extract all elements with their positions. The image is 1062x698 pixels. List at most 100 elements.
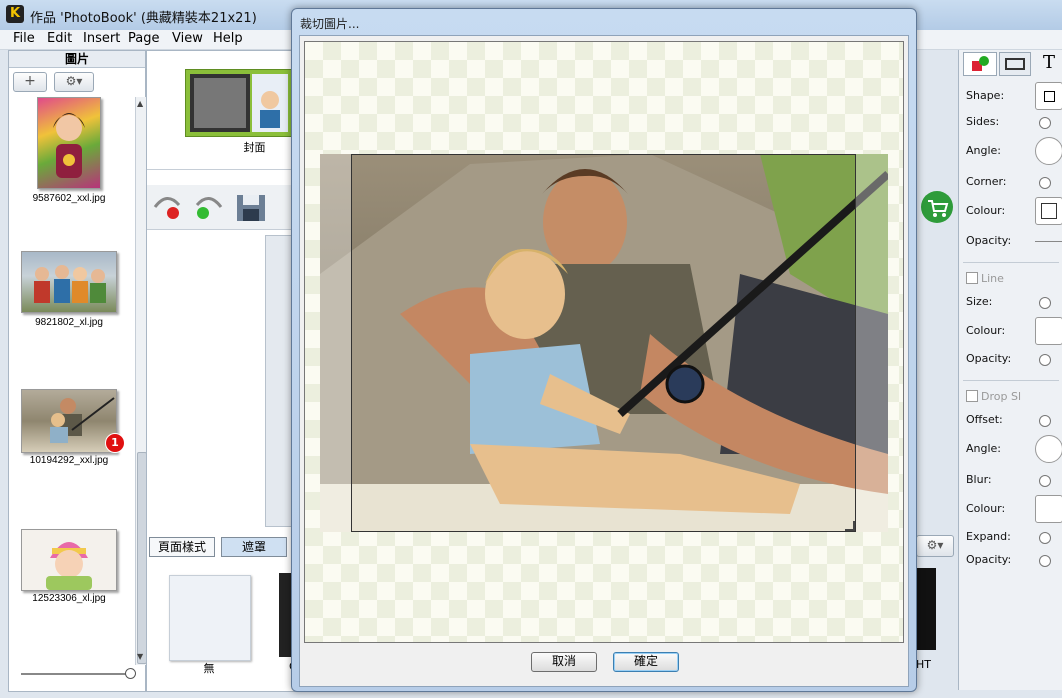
- undo-icon[interactable]: [151, 193, 183, 221]
- shadow-angle-dial[interactable]: [1035, 435, 1062, 463]
- thumbnail-size-slider[interactable]: [21, 673, 133, 675]
- sides-label: Sides:: [966, 115, 1000, 128]
- size-label: Size:: [966, 295, 993, 308]
- properties-panel: T Shape: Sides: Angle: Corner: Colour: O…: [958, 50, 1062, 690]
- shadow-opacity-slider-knob[interactable]: [1039, 555, 1051, 567]
- offset-label: Offset:: [966, 413, 1003, 426]
- cancel-button[interactable]: 取消: [531, 652, 597, 672]
- redo-icon[interactable]: [193, 193, 225, 221]
- crop-outside-overlay-left: [320, 154, 351, 532]
- drop-shadow-section-label: Drop Sl: [981, 390, 1021, 403]
- mask-swatch-partial-right[interactable]: [916, 568, 936, 650]
- expand-label: Expand:: [966, 530, 1011, 543]
- library-gear-button[interactable]: ⚙▾: [54, 72, 94, 92]
- save-icon[interactable]: [235, 193, 267, 223]
- section-divider: [963, 380, 1059, 381]
- angle-label: Angle:: [966, 144, 1002, 157]
- add-photo-button[interactable]: +: [13, 72, 47, 92]
- usage-count-badge: 1: [105, 433, 125, 453]
- line-opacity-label: Opacity:: [966, 352, 1012, 365]
- slider-knob[interactable]: [125, 668, 136, 679]
- menu-insert[interactable]: Insert: [83, 31, 120, 46]
- line-section-label: Line: [981, 272, 1004, 285]
- menu-view[interactable]: View: [172, 31, 203, 46]
- shape-picker[interactable]: [1035, 82, 1062, 110]
- resize-handle-icon[interactable]: [845, 521, 855, 531]
- offset-slider-knob[interactable]: [1039, 415, 1051, 427]
- frame-tool-tab[interactable]: [999, 52, 1031, 76]
- section-divider: [963, 262, 1059, 263]
- expand-slider-knob[interactable]: [1039, 532, 1051, 544]
- shadow-colour-swatch[interactable]: [1035, 495, 1062, 523]
- menu-help[interactable]: Help: [213, 31, 243, 46]
- text-tool-tab[interactable]: T: [1035, 52, 1062, 74]
- photo-thumbnail[interactable]: [21, 389, 117, 453]
- line-colour-label: Colour:: [966, 324, 1006, 337]
- opacity-slider[interactable]: [1035, 241, 1062, 242]
- page-editor-panel: 封面 頁面樣式 遮罩 無 C: [146, 50, 298, 692]
- photo-filename: 9587602_xxl.jpg: [32, 193, 106, 204]
- corner-label: Corner:: [966, 175, 1007, 188]
- blur-slider-knob[interactable]: [1039, 475, 1051, 487]
- mask-none-swatch[interactable]: [169, 575, 251, 661]
- angle-dial[interactable]: [1035, 137, 1062, 165]
- crop-selection-box[interactable]: [351, 154, 856, 532]
- scroll-up-arrow-icon[interactable]: ▲: [137, 99, 143, 108]
- menu-page[interactable]: Page: [128, 31, 159, 46]
- fill-colour-swatch[interactable]: [1035, 197, 1062, 225]
- shadow-opacity-label: Opacity:: [966, 553, 1012, 566]
- line-colour-swatch[interactable]: [1035, 317, 1062, 345]
- crop-image-dialog: 裁切圖片... 取消 確定: [291, 8, 917, 692]
- menu-edit[interactable]: Edit: [47, 31, 72, 46]
- shape-label: Shape:: [966, 89, 1005, 102]
- photo-library-header: 圖片: [9, 51, 145, 68]
- fill-colour-label: Colour:: [966, 204, 1006, 217]
- ok-button[interactable]: 確定: [613, 652, 679, 672]
- page-strip: 封面: [147, 51, 297, 170]
- family-group-image: [34, 265, 106, 303]
- app-logo-icon: K: [6, 5, 24, 23]
- drop-shadow-checkbox[interactable]: [966, 390, 978, 402]
- photo-library-panel: 圖片 + ⚙▾ 9587602_xxl.jpg 9821802_xl.jpg 1…: [8, 50, 147, 692]
- tab-mask[interactable]: 遮罩: [221, 537, 287, 557]
- editor-toolbar: [147, 185, 297, 230]
- square-shape-icon: [1044, 91, 1055, 102]
- dialog-title: 裁切圖片...: [300, 17, 360, 31]
- colour-preview: [1041, 203, 1057, 219]
- sides-slider-knob[interactable]: [1039, 117, 1051, 129]
- photo-filename: 9821802_xl.jpg: [35, 317, 103, 328]
- crop-outside-overlay-right: [855, 154, 888, 532]
- blur-label: Blur:: [966, 473, 992, 486]
- size-slider-knob[interactable]: [1039, 297, 1051, 309]
- shopping-cart-icon[interactable]: [920, 190, 954, 224]
- shadow-colour-label: Colour:: [966, 502, 1006, 515]
- father-son-fishing-image: [50, 397, 115, 443]
- scroll-down-arrow-icon[interactable]: ▼: [137, 652, 143, 661]
- cover-collage-image: [190, 74, 288, 132]
- cover-page-thumbnail[interactable]: [185, 69, 293, 137]
- shadow-angle-label: Angle:: [966, 442, 1002, 455]
- shape-tool-icon: [972, 56, 989, 71]
- style-tabs: 頁面樣式 遮罩: [147, 535, 297, 559]
- window-title: 作品 'PhotoBook' (典藏精裝本21x21): [30, 11, 257, 26]
- photo-thumbnail[interactable]: [21, 251, 117, 313]
- photo-thumbnail[interactable]: [37, 97, 101, 189]
- photo-filename: 12523306_xl.jpg: [32, 593, 106, 604]
- mask-none-label: 無: [203, 662, 215, 675]
- corner-slider-knob[interactable]: [1039, 177, 1051, 189]
- opacity-label: Opacity:: [966, 234, 1012, 247]
- crop-canvas[interactable]: [304, 41, 904, 643]
- menu-file[interactable]: File: [13, 31, 35, 46]
- library-scrollbar[interactable]: ▲ ▼: [135, 97, 147, 665]
- mask-gear-button[interactable]: ⚙▾: [916, 535, 954, 557]
- photo-thumbnail[interactable]: [21, 529, 117, 591]
- girl-portrait-image: [53, 113, 85, 178]
- tab-page-style[interactable]: 頁面樣式: [149, 537, 215, 557]
- mask-partial-right-label: HT: [916, 658, 931, 671]
- shape-tool-tab[interactable]: [963, 52, 997, 76]
- photo-thumbnail-list[interactable]: 9587602_xxl.jpg 9821802_xl.jpg 1 1019429…: [9, 97, 135, 665]
- frame-tool-icon: [1005, 58, 1025, 70]
- line-checkbox[interactable]: [966, 272, 978, 284]
- line-opacity-slider-knob[interactable]: [1039, 354, 1051, 366]
- baby-portrait-image: [46, 542, 92, 590]
